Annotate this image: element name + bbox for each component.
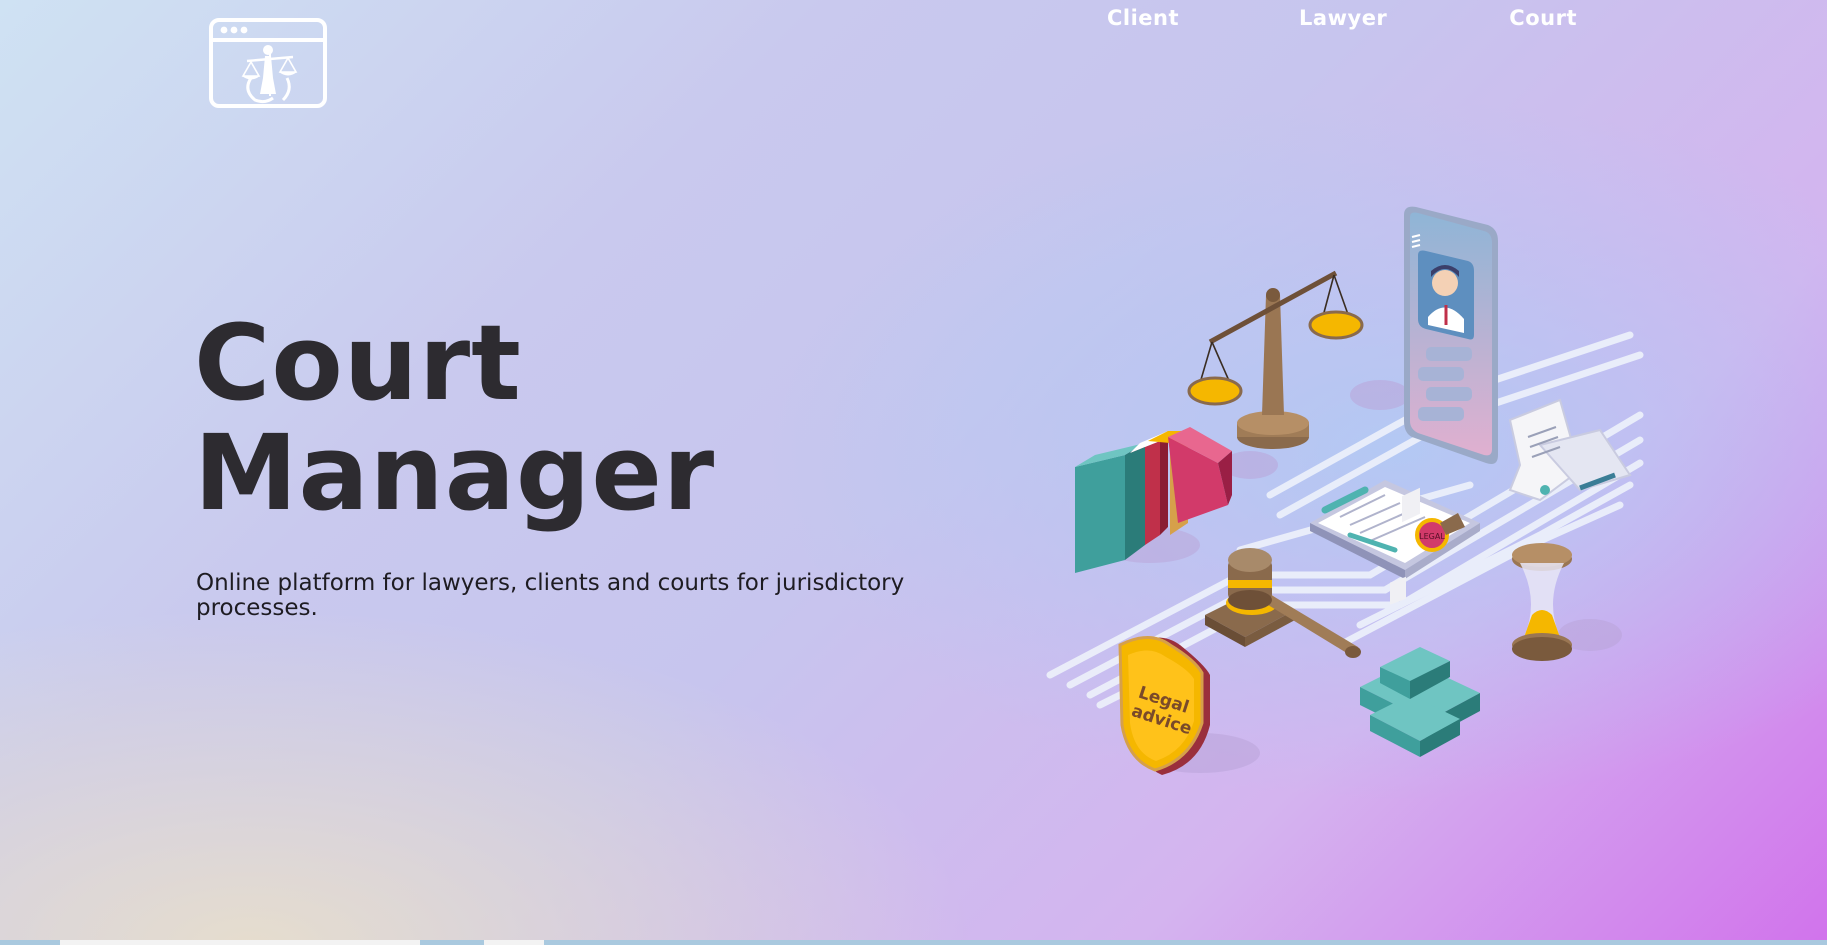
bottom-scroll-strip bbox=[0, 940, 1827, 945]
logo[interactable] bbox=[207, 16, 329, 110]
legal-illustration: LEGAL Legal advice bbox=[1040, 205, 1680, 785]
nav-lawyer-link[interactable]: Lawyer bbox=[1299, 6, 1387, 30]
nav-client-link[interactable]: Client bbox=[1107, 6, 1179, 30]
stamp-text: LEGAL bbox=[1419, 532, 1445, 541]
main-nav: Client Lawyer Court bbox=[1080, 6, 1577, 30]
hero-title-line-2: Manager bbox=[194, 412, 716, 534]
document-clipboard: LEGAL bbox=[1310, 480, 1480, 579]
hero-title: Court Manager bbox=[194, 308, 715, 528]
browser-justice-logo-icon bbox=[209, 18, 327, 108]
hourglass-icon bbox=[1512, 543, 1572, 661]
nav-court-link[interactable]: Court bbox=[1509, 6, 1577, 30]
landing-page: Client Lawyer Court Court Manager Online… bbox=[0, 0, 1827, 945]
lawyer-profile-phone-icon bbox=[1404, 206, 1498, 464]
scales-of-justice-icon bbox=[1187, 270, 1364, 449]
legal-illustration-svg: LEGAL Legal advice bbox=[1046, 206, 1644, 775]
hero-subtitle: Online platform for lawyers, clients and… bbox=[196, 570, 905, 621]
bottom-strip-segment bbox=[60, 940, 420, 945]
bottom-strip-segment bbox=[484, 940, 544, 945]
hero-title-line-1: Court bbox=[194, 302, 522, 424]
